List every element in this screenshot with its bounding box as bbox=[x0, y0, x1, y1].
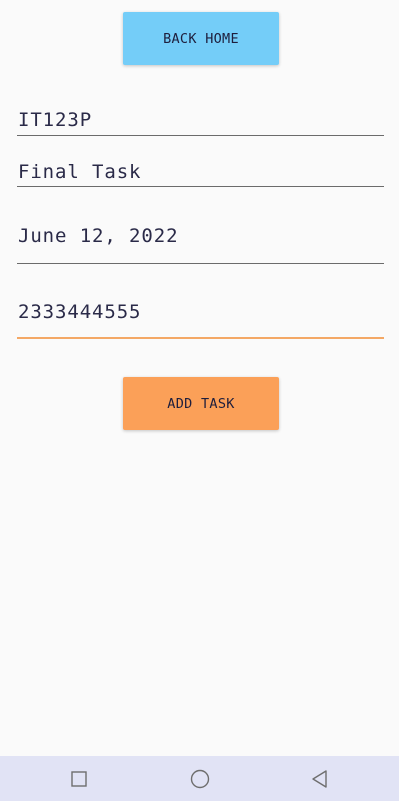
phone-number-field[interactable]: 2333444555 bbox=[17, 300, 384, 341]
navigation-bar bbox=[0, 756, 399, 801]
task-name-underline bbox=[17, 186, 384, 187]
due-date-field[interactable]: June 12, 2022 bbox=[17, 222, 384, 266]
phone-number-value: 2333444555 bbox=[18, 301, 142, 323]
recents-button[interactable] bbox=[49, 756, 109, 801]
course-code-value: IT123P bbox=[18, 109, 93, 131]
square-icon bbox=[71, 770, 87, 787]
course-code-field[interactable]: IT123P bbox=[17, 105, 384, 137]
circle-icon bbox=[190, 769, 210, 788]
due-date-underline bbox=[17, 263, 384, 264]
due-date-value: June 12, 2022 bbox=[18, 225, 179, 247]
task-name-value: Final Task bbox=[18, 161, 142, 183]
triangle-back-icon bbox=[312, 769, 327, 788]
back-home-button[interactable]: BACK HOME bbox=[123, 12, 279, 65]
back-button[interactable] bbox=[290, 756, 350, 801]
phone-number-underline bbox=[17, 337, 384, 339]
task-name-field[interactable]: Final Task bbox=[17, 157, 384, 189]
home-button[interactable] bbox=[170, 756, 230, 801]
add-task-button[interactable]: ADD TASK bbox=[123, 377, 279, 430]
course-code-underline bbox=[17, 135, 384, 136]
